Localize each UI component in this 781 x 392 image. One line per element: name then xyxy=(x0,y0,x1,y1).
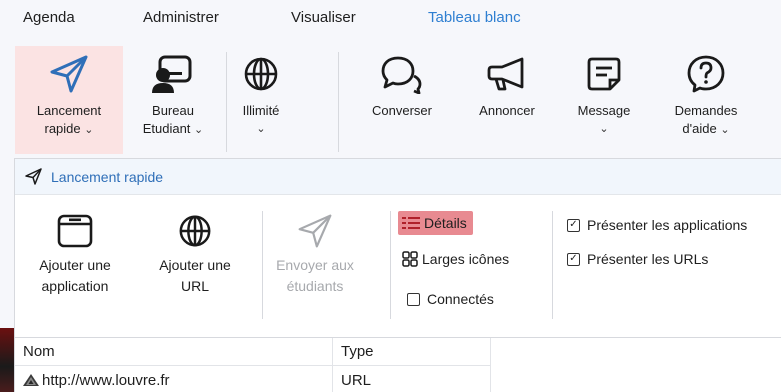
details-list-icon xyxy=(402,216,420,230)
paper-plane-icon xyxy=(48,46,90,102)
checkbox-unchecked-icon xyxy=(407,292,420,306)
menu-tableau-blanc[interactable]: Tableau blanc xyxy=(428,9,521,26)
details-view-option[interactable]: Détails xyxy=(398,211,473,235)
illimite-button[interactable]: Illimité ⌄ xyxy=(232,46,290,154)
application-window-icon xyxy=(57,207,93,255)
connectes-label: Connectés xyxy=(427,291,494,307)
presenter-applications-label: Présenter les applications xyxy=(587,217,748,233)
lancement-rapide-panel: Lancement rapide Ajouter une application xyxy=(14,158,781,392)
main-ribbon: Lancement rapide ⌄ Bureau Etudiant ⌄ Ill… xyxy=(0,40,781,158)
panel-header: Lancement rapide xyxy=(15,159,781,195)
items-table: Nom Type http://www.louvre.fr URL xyxy=(15,337,781,392)
paper-plane-icon xyxy=(296,207,334,255)
checkbox-checked-icon: ✓ xyxy=(567,252,580,266)
lancement-rapide-label: Lancement rapide ⌄ xyxy=(36,103,102,136)
annoncer-label: Annoncer xyxy=(479,103,535,118)
large-icons-view-option[interactable]: Larges icônes xyxy=(402,247,509,271)
converser-label: Converser xyxy=(372,103,432,118)
table-cell-nom: http://www.louvre.fr xyxy=(15,366,333,392)
connectes-checkbox[interactable]: Connectés xyxy=(407,287,494,311)
menu-administrer[interactable]: Administrer xyxy=(143,9,219,26)
menu-visualiser[interactable]: Visualiser xyxy=(291,9,356,26)
envoyer-etudiants-label: Envoyer aux étudiants xyxy=(276,257,354,294)
ajouter-url-label: Ajouter une URL xyxy=(159,257,231,294)
globe-icon xyxy=(177,207,213,255)
chevron-down-icon: ⌄ xyxy=(256,123,266,135)
ajouter-application-label: Ajouter une application xyxy=(39,257,111,294)
message-button[interactable]: Message ⌄ xyxy=(564,46,644,154)
chevron-down-icon: ⌄ xyxy=(720,124,730,136)
grid-icon xyxy=(402,251,418,267)
message-note-icon xyxy=(585,46,623,102)
url-value: http://www.louvre.fr xyxy=(42,371,170,389)
presenter-urls-checkbox[interactable]: ✓ Présenter les URLs xyxy=(567,247,708,271)
chat-bubbles-icon xyxy=(380,46,424,102)
paper-plane-icon xyxy=(25,168,43,185)
ajouter-application-button[interactable]: Ajouter une application xyxy=(25,207,125,317)
panel-title: Lancement rapide xyxy=(51,168,164,185)
envoyer-etudiants-button[interactable]: Envoyer aux étudiants xyxy=(269,207,361,317)
divider xyxy=(262,211,263,319)
demandes-aide-label: Demandes d'aide ⌄ xyxy=(674,103,738,136)
chevron-down-icon: ⌄ xyxy=(194,124,204,136)
large-icons-label: Larges icônes xyxy=(422,251,510,267)
column-header-type[interactable]: Type xyxy=(333,338,491,366)
url-icon xyxy=(23,374,39,386)
message-label: Message ⌄ xyxy=(578,102,631,138)
divider xyxy=(390,211,391,319)
background-strip xyxy=(0,328,14,392)
demandes-aide-button[interactable]: Demandes d'aide ⌄ xyxy=(660,46,752,154)
column-header-nom[interactable]: Nom xyxy=(15,338,333,366)
annoncer-button[interactable]: Annoncer xyxy=(462,46,552,154)
converser-button[interactable]: Converser xyxy=(360,46,444,154)
bureau-etudiant-label: Bureau Etudiant ⌄ xyxy=(142,103,204,136)
presenter-applications-checkbox[interactable]: ✓ Présenter les applications xyxy=(567,213,747,237)
menu-agenda[interactable]: Agenda xyxy=(23,9,75,26)
ajouter-url-button[interactable]: Ajouter une URL xyxy=(145,207,245,317)
divider xyxy=(226,52,227,152)
details-label: Détails xyxy=(424,215,467,231)
divider xyxy=(552,211,553,319)
divider xyxy=(338,52,339,152)
chevron-down-icon: ⌄ xyxy=(599,123,609,135)
checkbox-checked-icon: ✓ xyxy=(567,218,580,232)
lancement-rapide-button[interactable]: Lancement rapide ⌄ xyxy=(15,46,123,154)
globe-icon xyxy=(242,46,280,102)
megaphone-icon xyxy=(486,46,528,102)
illimite-label: Illimité ⌄ xyxy=(243,102,280,138)
table-cell-type: URL xyxy=(333,366,491,392)
bureau-etudiant-button[interactable]: Bureau Etudiant ⌄ xyxy=(129,46,217,154)
presenter-urls-label: Présenter les URLs xyxy=(587,251,709,267)
menu-bar: Agenda Administrer Visualiser Tableau bl… xyxy=(0,0,781,40)
student-desk-icon xyxy=(151,46,195,102)
chevron-down-icon: ⌄ xyxy=(84,124,94,136)
help-question-icon xyxy=(686,46,726,102)
